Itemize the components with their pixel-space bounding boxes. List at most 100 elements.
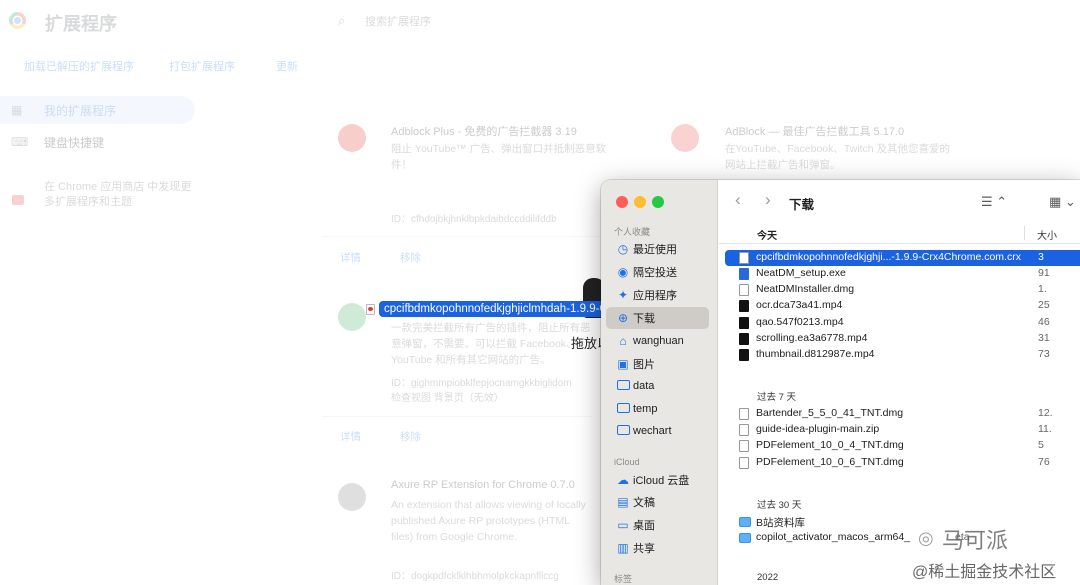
extension-name: AdBlock — 最佳广告拦截工具 5.17.0 (725, 126, 905, 138)
file-size: 46 (1038, 316, 1050, 328)
file-name: PDFelement_10_0_6_TNT.dmg (756, 456, 904, 468)
sidebar-item-pictures[interactable]: ▣ 图片 (606, 353, 709, 375)
file-row[interactable]: NeatDMInstaller.dmg 1. (725, 282, 1080, 298)
file-row[interactable]: thumbnail.d812987e.mp4 73 (725, 347, 1080, 363)
section-heading: iCloud (614, 457, 640, 467)
file-name: ocr.dca73a41.mp4 (756, 299, 843, 311)
file-size: 91 (1038, 267, 1050, 279)
load-unpacked-button[interactable]: 加载已解压的扩展程序 (24, 58, 134, 74)
sidebar-item-home[interactable]: ⌂ wanghuan (606, 330, 709, 352)
details-button[interactable]: 详情 (340, 429, 361, 444)
sidebar-item-applications[interactable]: ✦ 应用程序 (606, 284, 709, 306)
extension-name: Adblock Plus - 免费的广告拦截器 3.19 (391, 126, 577, 138)
sidebar-item-label: 键盘快捷键 (44, 135, 105, 150)
group-heading: 2022 (757, 572, 779, 583)
exe-file-icon (739, 268, 749, 280)
dmg-file-icon (739, 408, 749, 420)
file-row[interactable]: PDFelement_10_0_6_TNT.dmg 76 (725, 455, 1080, 471)
extension-id: ID：gighmmpiobklfepjocnamgkkbiglidom (391, 378, 572, 389)
sidebar-item-recents[interactable]: ◷ 最近使用 (606, 238, 709, 260)
sidebar-item-shared[interactable]: ▥ 共享 (606, 537, 709, 559)
file-row[interactable]: copilot_activator_macos_arm64_ eta (725, 530, 1080, 546)
forward-button[interactable]: › (765, 190, 771, 210)
file-name: NeatDM_setup.exe (756, 267, 846, 279)
column-header: 今天 大小 (719, 222, 1080, 244)
sidebar-item-label: 我的扩展程序 (44, 103, 117, 118)
inspect-views[interactable]: 检查视图 背景页（无效） (391, 389, 504, 404)
sidebar-item-icloud-drive[interactable]: ☁ iCloud 云盘 (606, 469, 709, 491)
shared-icon: ▥ (617, 541, 629, 555)
keyboard-icon: ⌨ (11, 135, 29, 149)
file-row[interactable]: Bartender_5_5_0_41_TNT.dmg 12. (725, 406, 1080, 422)
file-size: 25 (1038, 299, 1050, 311)
adblock-plus-icon (338, 124, 366, 152)
zoom-button[interactable] (652, 196, 664, 208)
file-row[interactable]: NeatDM_setup.exe 91 (725, 266, 1080, 282)
sidebar-item-label: wechart (633, 425, 672, 437)
file-row[interactable]: scrolling.ea3a6778.mp4 31 (725, 331, 1080, 347)
back-button[interactable]: ‹ (735, 190, 741, 210)
desktop-icon: ▭ (617, 518, 629, 532)
sidebar-item-label: iCloud 云盘 (633, 475, 690, 487)
file-size: 73 (1038, 348, 1050, 360)
shield-icon (338, 303, 366, 331)
crx-file-icon (366, 304, 375, 315)
pack-extension-button[interactable]: 打包扩展程序 (169, 58, 235, 74)
file-name: thumbnail.d812987e.mp4 (756, 348, 875, 360)
extension-description: 阻止 YouTube™ 广告、弹出窗口并抵制恶意软件！ (391, 143, 607, 171)
sidebar-item-data[interactable]: data (606, 375, 709, 397)
minimize-button[interactable] (634, 196, 646, 208)
file-row[interactable]: B站资料库 (725, 514, 1080, 530)
remove-button[interactable]: 移除 (400, 429, 421, 444)
sidebar-item-desktop[interactable]: ▭ 桌面 (606, 514, 709, 536)
list-view-icon[interactable]: ☰ ⌃ (981, 194, 1007, 210)
file-row[interactable]: ocr.dca73a41.mp4 25 (725, 298, 1080, 314)
file-size: 11. (1038, 423, 1052, 435)
adblock-icon (671, 124, 699, 152)
web-store-promo[interactable]: 在 Chrome 应用商店 中发现更多扩展程序和主题 (44, 180, 194, 210)
file-row[interactable]: guide-idea-plugin-main.zip 11. (725, 422, 1080, 438)
extension-description: An extension that allows viewing of loca… (391, 499, 586, 543)
document-icon: ▤ (617, 495, 629, 509)
column-divider[interactable] (1024, 226, 1025, 240)
file-row[interactable]: qao.547f0213.mp4 46 (725, 315, 1080, 331)
sidebar-item-temp[interactable]: temp (606, 398, 709, 420)
extension-description: 在YouTube、Facebook、Twitch 及其他您喜爱的网站上拦截广告和… (725, 143, 951, 171)
grid-view-icon[interactable]: ▦ ⌄ (1049, 194, 1076, 210)
details-button[interactable]: 详情 (340, 250, 361, 265)
sidebar-item-my-extensions[interactable]: ▦ 我的扩展程序 (0, 96, 195, 124)
sidebar-item-keyboard-shortcuts[interactable]: ⌨ 键盘快捷键 (0, 128, 195, 156)
file-name: cpcifbdmkopohnnofedkjghji...-1.9.9-Crx4C… (756, 251, 1021, 263)
section-heading: 个人收藏 (614, 227, 651, 237)
finder-window: 个人收藏 ◷ 最近使用 ◉ 隔空投送 ✦ 应用程序 ⊕ 下载 ⌂ wanghuan ▣ 图片… (601, 180, 1080, 585)
group-heading: 过去 30 天 (757, 500, 802, 511)
sidebar-item-airdrop[interactable]: ◉ 隔空投送 (606, 261, 709, 283)
file-row[interactable]: cpcifbdmkopohnnofedkjghji...-1.9.9-Crx4C… (725, 250, 1080, 266)
search-input[interactable]: 搜索扩展程序 (365, 13, 431, 29)
chrome-logo-icon (9, 12, 26, 29)
dmg-file-icon (739, 284, 749, 296)
search-icon[interactable]: ⌕ (338, 13, 345, 29)
sidebar-item-label: 图片 (633, 359, 655, 371)
file-size: 3 (1038, 251, 1044, 263)
update-button[interactable]: 更新 (276, 58, 298, 74)
watermark-author: 马可派 (942, 528, 1009, 553)
sidebar-item-wechart[interactable]: wechart (606, 420, 709, 442)
extension-description: 一款完美拦截所有广告的插件，阻止所有恶意弹窗，不需要。可以拦截 Facebook… (391, 322, 591, 366)
file-size: 76 (1038, 456, 1050, 468)
sidebar-item-label: 桌面 (633, 520, 655, 532)
column-name[interactable]: 今天 (757, 227, 777, 242)
sidebar-item-documents[interactable]: ▤ 文稿 (606, 491, 709, 513)
sidebar-item-label: 应用程序 (633, 290, 677, 302)
zip-file-icon (739, 424, 749, 436)
wechat-logo-icon: ◎ (918, 528, 934, 548)
remove-button[interactable]: 移除 (400, 250, 421, 265)
folder-icon (616, 379, 630, 393)
close-button[interactable] (616, 196, 628, 208)
folder-icon (739, 517, 751, 527)
folder-icon (616, 402, 630, 416)
dmg-file-icon (739, 457, 749, 469)
column-size[interactable]: 大小 (1037, 227, 1057, 242)
sidebar-item-downloads[interactable]: ⊕ 下载 (606, 307, 709, 329)
file-row[interactable]: PDFelement_10_0_4_TNT.dmg 5 (725, 438, 1080, 454)
